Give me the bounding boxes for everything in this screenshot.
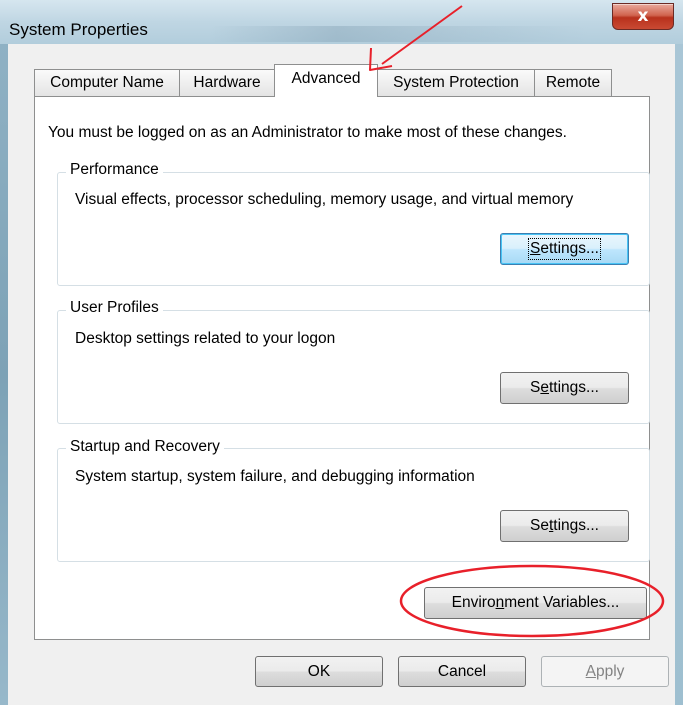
- system-properties-window: System Properties x Computer Name Hardwa…: [0, 0, 683, 705]
- cancel-button[interactable]: Cancel: [398, 656, 526, 687]
- startup-recovery-description: System startup, system failure, and debu…: [75, 468, 475, 485]
- ok-label: OK: [307, 662, 331, 680]
- label-rest: pply: [595, 662, 625, 680]
- tab-label: Advanced: [291, 70, 361, 87]
- label-pre: S: [530, 379, 541, 396]
- apply-button[interactable]: Apply: [541, 656, 669, 687]
- user-profiles-settings-label: Settings...: [530, 379, 599, 397]
- mnemonic-char: e: [540, 379, 549, 396]
- mnemonic-char: A: [585, 662, 596, 680]
- label-rest: ettings...: [540, 240, 599, 257]
- tab-label: System Protection: [393, 74, 519, 91]
- performance-description: Visual effects, processor scheduling, me…: [75, 191, 574, 208]
- window-left-border: [0, 44, 8, 705]
- title-bar-background-blur: [210, 26, 590, 42]
- admin-notice: You must be logged on as an Administrato…: [48, 124, 567, 141]
- startup-recovery-settings-label: Settings...: [530, 517, 599, 535]
- tab-remote[interactable]: Remote: [534, 69, 612, 96]
- user-profiles-description: Desktop settings related to your logon: [75, 330, 336, 347]
- tab-label: Remote: [545, 74, 601, 91]
- tab-computer-name[interactable]: Computer Name: [34, 69, 180, 96]
- performance-settings-label: Settings...: [528, 238, 601, 260]
- startup-recovery-settings-button[interactable]: Settings...: [500, 510, 629, 542]
- label-rest: tings...: [553, 517, 599, 534]
- title-bar[interactable]: System Properties x: [0, 0, 683, 44]
- user-profiles-settings-button[interactable]: Settings...: [500, 372, 629, 404]
- performance-group-title: Performance: [66, 161, 163, 179]
- user-profiles-group-title: User Profiles: [66, 299, 163, 317]
- close-button[interactable]: x: [612, 3, 674, 30]
- user-profiles-group: [57, 310, 650, 424]
- startup-recovery-group: [57, 448, 650, 562]
- environment-variables-label: Environment Variables...: [452, 594, 620, 612]
- mnemonic-char: n: [495, 594, 505, 611]
- label-pre: Se: [530, 517, 549, 534]
- ok-button[interactable]: OK: [255, 656, 383, 687]
- tab-label: Computer Name: [50, 74, 164, 91]
- performance-settings-button[interactable]: Settings...: [500, 233, 629, 265]
- tab-system-protection[interactable]: System Protection: [377, 69, 535, 96]
- performance-group: [57, 172, 650, 286]
- apply-label: Apply: [586, 663, 625, 681]
- startup-recovery-group-title: Startup and Recovery: [66, 438, 224, 456]
- environment-variables-button[interactable]: Environment Variables...: [424, 587, 647, 619]
- label-pre: Enviro: [451, 594, 496, 611]
- label-rest: ment Variables...: [504, 594, 620, 611]
- label-rest: ttings...: [549, 379, 599, 396]
- cancel-label: Cancel: [437, 662, 487, 680]
- window-title: System Properties: [9, 20, 148, 39]
- mnemonic-char: S: [530, 240, 541, 257]
- tab-label: Hardware: [193, 74, 261, 91]
- tab-advanced[interactable]: Advanced: [274, 64, 378, 97]
- window-right-border: [675, 44, 683, 705]
- tab-hardware[interactable]: Hardware: [179, 69, 275, 96]
- close-icon: x: [637, 6, 649, 26]
